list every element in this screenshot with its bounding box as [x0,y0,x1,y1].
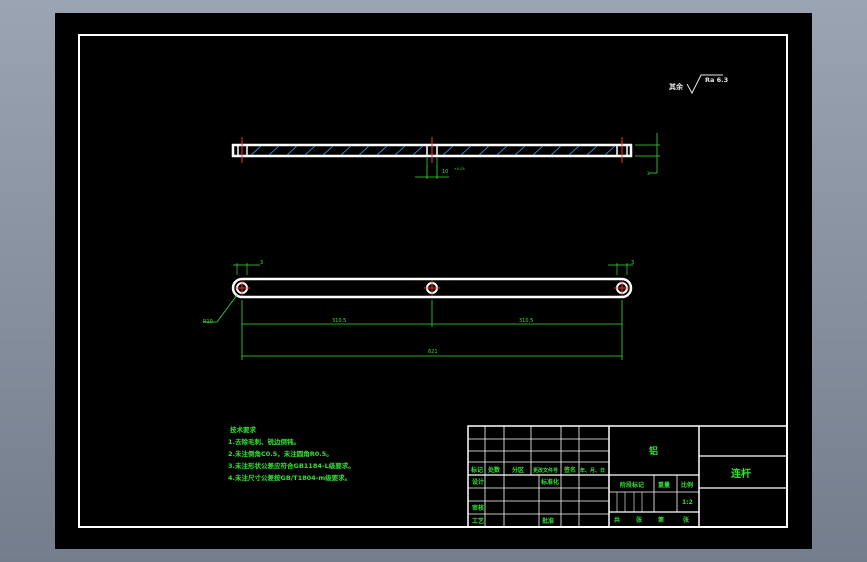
span-right-dim: 310.5 [519,318,533,324]
tech-note-3: 3.未注形状公差应符合GB1184-L级要求。 [228,462,355,470]
tech-note-1: 1.去除毛刺、锐边倒钝。 [228,438,300,446]
technical-notes: 技术要求 1.去除毛刺、锐边倒钝。 2.未注倒角C0.5，未注圆角R0.5。 3… [228,424,355,484]
top-tolerance: +0.05 [454,167,465,171]
roughness-symbol: 其余 Ra 6.3 [669,74,728,95]
tb-sheets-unit-1: 张 [636,516,643,524]
side-small-dim: 3 [647,171,650,176]
tb-material: 铝 [649,445,658,457]
tb-sheet-no: 第 [657,516,664,524]
tb-sheets-total: 共 [614,516,620,524]
top-thickness-dim: 10 [442,169,448,175]
roughness-label: 其余 [669,82,684,91]
tb-header-zone: 分区 [512,466,524,474]
tb-part-name: 连杆 [731,467,751,480]
drawing-border [78,34,788,528]
tb-scale-label: 比例 [681,481,693,489]
tech-notes-title: 技术要求 [230,426,256,434]
tb-header-docno: 更改文件号 [533,467,558,474]
span-left-dim: 310.5 [332,318,346,324]
tb-header-count: 处数 [487,466,501,474]
hole-callout: R10 [203,319,213,325]
drawing-sheet: 其余 Ra 6.3 3 10 +0.05 3 3 R10 310.5 310.5… [55,13,812,549]
tb-approve: 批准 [542,517,554,525]
left-radius-tag: 3 [260,260,263,266]
tech-note-4: 4.未注尺寸公差按GB/T1804-m级要求。 [228,474,352,482]
tb-header-mark: 标记 [470,466,483,474]
tb-standardize: 标准化 [540,478,559,486]
right-radius-tag: 3 [631,260,634,266]
roughness-value: Ra 6.3 [705,76,728,84]
overall-dim: 621 [428,349,438,355]
tb-stage-mark: 阶段标记 [620,481,644,489]
tb-weight: 重量 [658,481,670,489]
top-view-section: 3 10 +0.05 [231,133,660,179]
tb-header-sign: 签名 [563,466,576,474]
tb-scale-value: 1:2 [682,499,693,506]
tb-header-date: 年、月、日 [580,467,605,474]
tb-design: 设计 [472,478,484,486]
tb-sheets-unit-2: 张 [683,516,690,524]
cad-drawing: 其余 Ra 6.3 3 10 +0.05 3 3 R10 310.5 310.5… [78,34,788,528]
tb-process: 工艺 [472,517,484,525]
tech-note-2: 2.未注倒角C0.5，未注圆角R0.5。 [228,450,333,458]
front-view: 3 3 R10 310.5 310.5 621 [203,260,634,360]
tb-review: 审核 [472,504,484,512]
